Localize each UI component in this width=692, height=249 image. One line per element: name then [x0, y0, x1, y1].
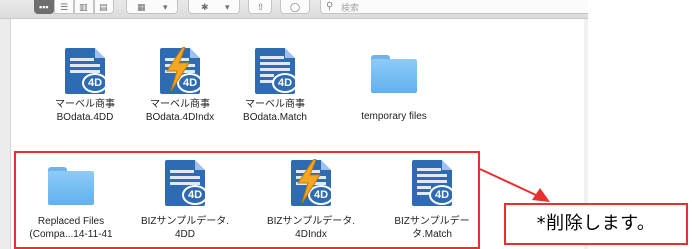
- list-view-button[interactable]: ☰: [54, 0, 74, 14]
- chevron-down-icon: ▾: [163, 2, 168, 12]
- column-view-button[interactable]: ▥: [74, 0, 94, 14]
- search-field[interactable]: ⚲ 検索: [320, 0, 588, 14]
- gear-icon: ✱: [201, 2, 209, 12]
- gallery-icon: ▤: [99, 2, 108, 12]
- file-name-line2: BOdata.4DD: [56, 112, 114, 123]
- list-icon: ☰: [60, 2, 69, 12]
- file-name-line1: マーベル商事: [150, 99, 210, 110]
- lightning-bolt-icon: [166, 47, 190, 92]
- columns-icon: ▥: [79, 2, 88, 12]
- chevron-down-icon: ▾: [225, 2, 230, 12]
- group-menu-button[interactable]: ▦ ▾: [126, 0, 178, 14]
- group-icon: ▦: [137, 2, 146, 12]
- share-icon: ⇧: [257, 2, 265, 12]
- search-placeholder: 検索: [341, 3, 360, 13]
- folder-icon: [369, 46, 419, 96]
- search-icon: ⚲: [326, 1, 334, 12]
- icon-view-button[interactable]: ▪▪▪: [34, 0, 54, 14]
- action-menu-button[interactable]: ✱ ▾: [188, 0, 240, 14]
- gallery-view-button[interactable]: ▤: [94, 0, 114, 14]
- 4d-match-document-icon: 4D: [250, 46, 300, 96]
- finder-toolbar: ▪▪▪ ☰ ▥ ▤ ▦ ▾ ✱ ▾ ⇧ ◯ ⚲ 検索: [0, 0, 588, 19]
- file-name-line1: マーベル商事: [245, 99, 305, 110]
- 4d-index-document-icon: 4D: [155, 46, 205, 96]
- icon-grid-icon: ▪▪▪: [39, 2, 49, 12]
- tag-button[interactable]: ◯: [280, 0, 310, 14]
- annotation-text: *削除します。: [536, 213, 656, 234]
- delete-target-highlight: [14, 151, 480, 249]
- file-name-line1: マーベル商事: [55, 99, 115, 110]
- sidebar-edge: [0, 19, 11, 249]
- annotation-callout: *削除します。: [504, 203, 688, 245]
- 4d-document-icon: 4D: [60, 46, 110, 96]
- share-button[interactable]: ⇧: [248, 0, 272, 14]
- file-name-line2: BOdata.4DIndx: [145, 112, 215, 123]
- tag-icon: ◯: [290, 2, 301, 12]
- finder-window: ▪▪▪ ☰ ▥ ▤ ▦ ▾ ✱ ▾ ⇧ ◯ ⚲ 検索 4D マーベル商事 BOd…: [0, 0, 588, 249]
- file-name-line2: BOdata.Match: [243, 112, 307, 123]
- folder-name: temporary files: [361, 111, 427, 122]
